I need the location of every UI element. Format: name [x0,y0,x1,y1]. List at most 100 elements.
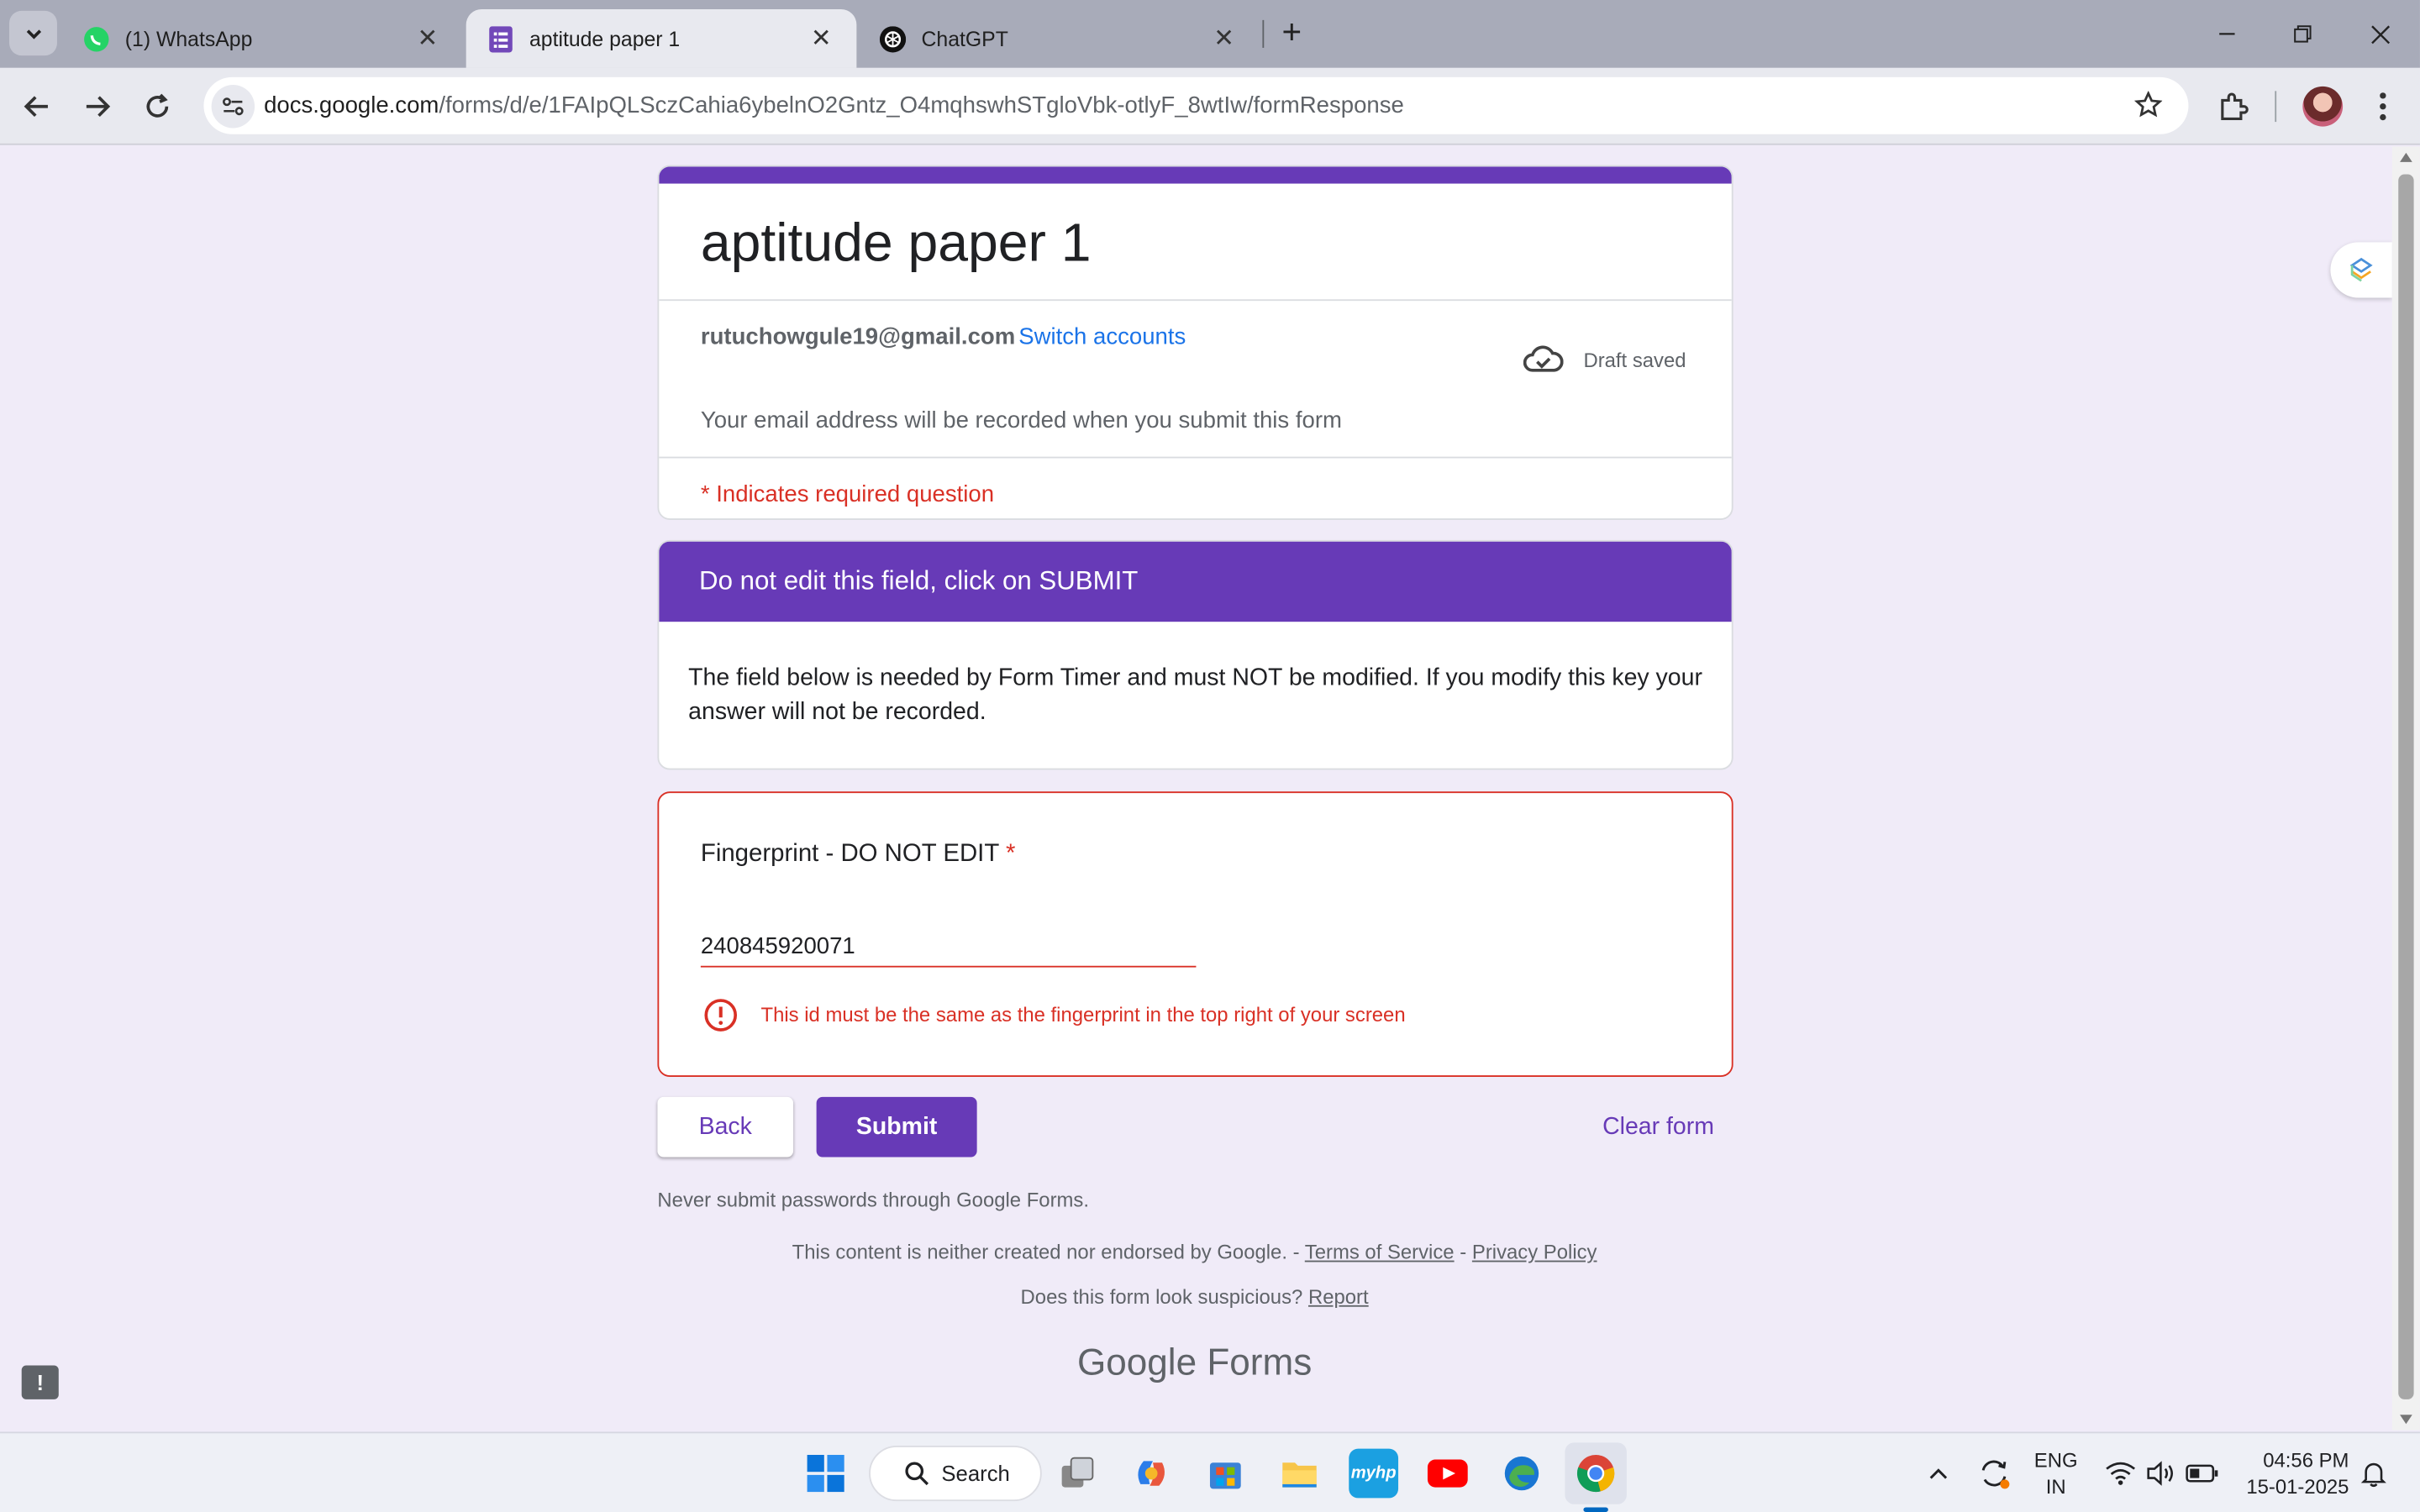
header-accent-bar [659,166,1732,184]
task-view-icon[interactable] [1053,1449,1102,1499]
report-link[interactable]: Report [1308,1285,1369,1309]
fingerprint-input[interactable] [700,926,1197,968]
privacy-policy-link[interactable]: Privacy Policy [1472,1241,1597,1264]
validation-error-text: This id must be the same as the fingerpr… [760,1002,1406,1026]
form-title: aptitude paper 1 [700,213,1092,274]
submit-button[interactable]: Submit [816,1096,977,1158]
url-text[interactable]: docs.google.com/forms/d/e/1FAIpQLSczCahi… [264,92,1404,118]
file-explorer-icon[interactable] [1275,1449,1324,1499]
form-page: aptitude paper 1 rutuchowgule19@gmail.co… [0,146,2392,1431]
clock-time: 04:56 PM [2263,1448,2349,1473]
browser-menu-icon[interactable] [2367,87,2398,127]
forward-arrow-icon[interactable] [76,85,118,128]
sync-icon[interactable] [1970,1449,2017,1499]
tab-chatgpt[interactable]: ChatGPT ✕ [858,9,1260,68]
password-warning: Never submit passwords through Google Fo… [657,1188,1090,1211]
reload-icon[interactable] [136,85,179,128]
tab-title: ChatGPT [921,27,1008,50]
chatgpt-icon [879,25,907,52]
tab-title: (1) WhatsApp [124,27,253,50]
taskbar-search[interactable]: Search [869,1445,1042,1502]
feedback-icon[interactable]: ! [21,1365,59,1399]
divider [659,456,1732,459]
question-title: Fingerprint - DO NOT EDIT * [701,841,1016,869]
question-card-fingerprint: Fingerprint - DO NOT EDIT * This id must… [657,791,1733,1078]
error-icon [704,999,738,1032]
edge-icon[interactable] [1497,1449,1547,1499]
account-email: rutuchowgule19@gmail.com [700,323,1016,350]
back-button[interactable]: Back [657,1096,794,1158]
window-close-icon[interactable] [2358,13,2401,55]
youtube-icon[interactable] [1423,1449,1472,1499]
tab-search-button[interactable] [9,10,57,56]
volume-icon[interactable] [2142,1449,2179,1499]
tab-whatsapp[interactable]: (1) WhatsApp ✕ [61,9,463,68]
scroll-thumb[interactable] [2398,174,2414,1399]
draft-status: Draft saved [1583,349,1686,372]
chrome-icon[interactable] [1565,1442,1627,1512]
page-scrollbar[interactable] [2391,146,2420,1431]
new-tab-button[interactable]: + [1275,13,1308,51]
clear-form-button[interactable]: Clear form [1583,1097,1733,1158]
url-host: docs.google.com [264,92,439,119]
clock-date: 15-01-2025 [2246,1474,2349,1499]
close-icon[interactable]: ✕ [413,24,441,52]
close-icon[interactable]: ✕ [1210,24,1238,52]
cloud-saved-icon [1523,345,1564,372]
google-forms-logo[interactable]: Google Forms [0,1342,2389,1385]
scroll-down-icon[interactable] [2400,1415,2412,1425]
wifi-icon[interactable] [2102,1449,2139,1499]
close-icon[interactable]: ✕ [808,24,835,52]
tab-strip: (1) WhatsApp ✕ aptitude paper 1 ✕ ChatGP… [0,0,2420,68]
side-extension-icon[interactable] [2330,242,2392,298]
email-recorded-note: Your email address will be recorded when… [700,407,1342,434]
profile-avatar[interactable] [2302,86,2344,127]
bookmark-star-icon[interactable] [2133,90,2164,121]
logo-google-text: Google [1076,1341,1197,1384]
section-description: The field below is needed by Form Timer … [688,664,1702,726]
back-arrow-icon[interactable] [15,85,58,128]
disclaimer-footer: This content is neither created nor endo… [0,1241,2389,1264]
logo-forms-text: Forms [1207,1341,1313,1384]
switch-accounts-link[interactable]: Switch accounts [1018,324,1186,350]
url-path: /forms/d/e/1FAIpQLSczCahia6ybelnO2Gntz_O… [439,92,1404,119]
microsoft-store-icon[interactable] [1201,1449,1250,1499]
notification-bell-icon[interactable] [2355,1449,2392,1499]
minimize-icon[interactable] [2206,13,2249,55]
copilot-icon[interactable] [1127,1449,1176,1499]
toolbar-separator [2275,91,2277,123]
report-footer: Does this form look suspicious? Report [0,1285,2389,1309]
language-line2: IN [2045,1474,2066,1499]
whatsapp-icon [83,25,109,51]
myhp-icon[interactable]: myhp [1349,1448,1399,1499]
chevron-up-icon[interactable] [1917,1449,1960,1499]
required-asterisk: * [1005,841,1016,868]
tab-aptitude-paper[interactable]: aptitude paper 1 ✕ [466,9,857,68]
windows-start-icon[interactable] [801,1449,850,1499]
tab-title: aptitude paper 1 [529,27,681,50]
scroll-up-icon[interactable] [2400,152,2412,162]
browser-toolbar: docs.google.com/forms/d/e/1FAIpQLSczCahi… [0,67,2420,145]
google-forms-icon [487,25,513,52]
tab-separator [1262,19,1265,48]
question-title-text: Fingerprint - DO NOT EDIT [700,841,999,868]
required-question-note: * Indicates required question [700,481,995,508]
windows-taskbar: Search myhp ENG IN 04:56 PM 15-01-2025 [0,1431,2420,1512]
footer-dash: - [1460,1240,1467,1264]
section-card: Do not edit this field, click on SUBMIT … [657,539,1733,770]
language-line1: ENG [2033,1448,2078,1473]
suspicious-text: Does this form look suspicious? [1020,1284,1303,1309]
disclaimer-text: This content is neither created nor endo… [792,1240,1300,1264]
terms-of-service-link[interactable]: Terms of Service [1305,1241,1455,1264]
language-indicator[interactable]: ENG IN [2034,1447,2078,1499]
divider [659,299,1732,302]
address-bar[interactable]: docs.google.com/forms/d/e/1FAIpQLSczCahi… [203,76,2189,134]
system-clock[interactable]: 04:56 PM 15-01-2025 [2238,1447,2349,1499]
battery-icon[interactable] [2182,1449,2223,1499]
restore-icon[interactable] [2281,13,2324,55]
chevron-down-icon [25,29,41,39]
site-settings-icon[interactable] [211,85,255,129]
form-header-card: aptitude paper 1 rutuchowgule19@gmail.co… [657,165,1733,520]
search-icon [905,1462,929,1486]
extensions-puzzle-icon[interactable] [2213,87,2254,127]
